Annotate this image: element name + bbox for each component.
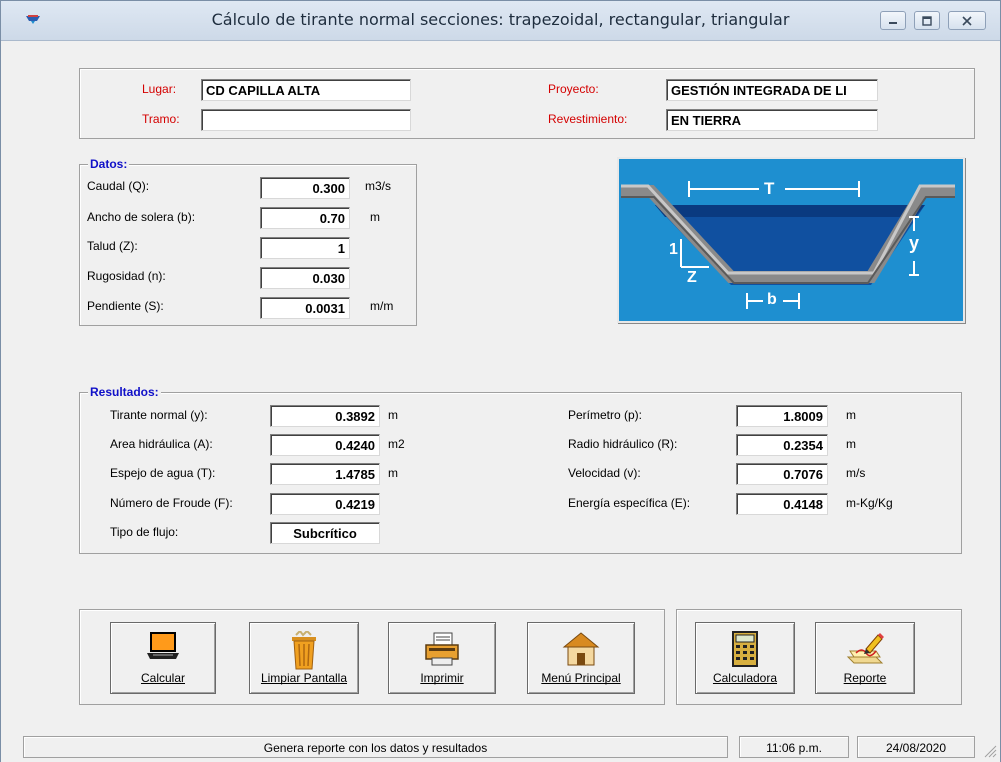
close-button[interactable] (948, 11, 986, 30)
froude-label: Número de Froude (F): (110, 496, 233, 510)
minimize-icon (889, 21, 897, 24)
perimetro-field[interactable]: 1.8009 (736, 405, 828, 427)
radio-hidraulico-field[interactable]: 0.2354 (736, 434, 828, 456)
menu-principal-button[interactable]: Menú Principal (527, 622, 635, 694)
radio-hidraulico-unit: m (846, 437, 856, 451)
energia-especifica-field[interactable]: 0.4148 (736, 493, 828, 515)
area-hidraulica-field[interactable]: 0.4240 (270, 434, 380, 456)
house-icon (562, 632, 600, 666)
maximize-button[interactable] (914, 11, 940, 30)
velocidad-unit: m/s (846, 466, 866, 480)
caudal-unit: m3/s (365, 179, 392, 193)
form-client-area: Lugar: CD CAPILLA ALTA Tramo: Proyecto: … (9, 42, 992, 732)
caudal-field[interactable]: 0.300 (260, 177, 350, 199)
talud-field[interactable]: 1 (260, 237, 350, 259)
ancho-solera-field[interactable]: 0.70 (260, 207, 350, 229)
limpiar-pantalla-button[interactable]: Limpiar Pantalla (249, 622, 359, 694)
title-bar: Cálculo de tirante normal secciones: tra… (1, 1, 1000, 41)
pendiente-field[interactable]: 0.0031 (260, 297, 350, 319)
diagram-label-y: y (909, 233, 920, 253)
proyecto-field[interactable]: GESTIÓN INTEGRADA DE LI (666, 79, 878, 101)
menu-principal-label: Menú Principal (541, 671, 621, 685)
proyecto-label: Proyecto: (548, 82, 599, 96)
reporte-button[interactable]: Reporte (815, 622, 915, 694)
window-title: Cálculo de tirante normal secciones: tra… (211, 10, 790, 29)
calcular-label: Calcular (140, 671, 185, 685)
talud-label: Talud (Z): (87, 239, 138, 253)
tramo-label: Tramo: (142, 112, 180, 126)
radio-hidraulico-label: Radio hidráulico (R): (568, 437, 678, 451)
espejo-agua-label: Espejo de agua (T): (110, 466, 216, 480)
froude-field[interactable]: 0.4219 (270, 493, 380, 515)
datos-group: Datos: Caudal (Q): 0.300 m3/s Ancho de s… (79, 157, 417, 326)
velocidad-field[interactable]: 0.7076 (736, 463, 828, 485)
area-hidraulica-label: Area hidráulica (A): (110, 437, 213, 451)
ancho-solera-unit: m (370, 210, 380, 224)
rugosidad-label: Rugosidad (n): (87, 269, 166, 283)
diagram-label-1: 1 (669, 241, 678, 258)
status-bar: Genera reporte con los datos y resultado… (1, 732, 1000, 762)
energia-especifica-label: Energía específica (E): (568, 496, 691, 510)
limpiar-pantalla-label: Limpiar Pantalla (260, 671, 348, 685)
close-icon (962, 15, 972, 26)
calculadora-button[interactable]: Calculadora (695, 622, 795, 694)
pendiente-label: Pendiente (S): (87, 299, 164, 313)
diagram-label-z: Z (687, 269, 697, 286)
diagram-label-b: b (767, 291, 777, 308)
status-message: Genera reporte con los datos y resultado… (23, 736, 728, 758)
espejo-agua-field[interactable]: 1.4785 (270, 463, 380, 485)
tipo-flujo-label: Tipo de flujo: (110, 525, 179, 539)
tirante-normal-unit: m (388, 408, 398, 422)
caudal-label: Caudal (Q): (87, 179, 150, 193)
tirante-normal-label: Tirante normal (y): (110, 408, 208, 422)
tramo-field[interactable] (201, 109, 411, 131)
rugosidad-field[interactable]: 0.030 (260, 267, 350, 289)
revestimiento-field[interactable]: EN TIERRA (666, 109, 878, 131)
pendiente-unit: m/m (370, 299, 394, 313)
status-date: 24/08/2020 (857, 736, 975, 758)
minimize-button[interactable] (880, 11, 906, 30)
laptop-icon (147, 632, 179, 659)
calculadora-label: Calculadora (712, 671, 778, 685)
area-hidraulica-unit: m2 (388, 437, 405, 451)
calcular-button[interactable]: Calcular (110, 622, 216, 694)
channel-section-diagram: T y 1 Z b (617, 157, 965, 323)
energia-especifica-unit: m-Kg/Kg (846, 496, 893, 510)
trash-can-icon (292, 631, 316, 670)
printer-icon (425, 632, 459, 666)
resultados-group-title: Resultados: (88, 385, 161, 399)
status-time: 11:06 p.m. (739, 736, 849, 758)
perimetro-unit: m (846, 408, 856, 422)
tirante-normal-field[interactable]: 0.3892 (270, 405, 380, 427)
lugar-label: Lugar: (142, 82, 177, 96)
resize-grip-icon[interactable] (983, 744, 997, 758)
perimetro-label: Perímetro (p): (568, 408, 643, 422)
header-panel: Lugar: CD CAPILLA ALTA Tramo: Proyecto: … (79, 68, 975, 139)
app-window: Cálculo de tirante normal secciones: tra… (0, 0, 1001, 762)
ancho-solera-label: Ancho de solera (b): (87, 210, 196, 224)
imprimir-label: Imprimir (420, 671, 464, 685)
diagram-label-t: T (764, 179, 775, 198)
tipo-flujo-field[interactable]: Subcrítico (270, 522, 380, 544)
datos-group-title: Datos: (88, 157, 130, 171)
resultados-group: Resultados: Tirante normal (y): 0.3892 m… (79, 385, 962, 554)
lugar-field[interactable]: CD CAPILLA ALTA (201, 79, 411, 101)
report-pencil-icon (846, 633, 884, 664)
maximize-icon (922, 15, 932, 26)
imprimir-button[interactable]: Imprimir (388, 622, 496, 694)
reporte-label: Reporte (843, 671, 887, 685)
espejo-agua-unit: m (388, 466, 398, 480)
revestimiento-label: Revestimiento: (548, 112, 628, 126)
calculator-icon (732, 631, 758, 667)
velocidad-label: Velocidad (v): (568, 466, 641, 480)
